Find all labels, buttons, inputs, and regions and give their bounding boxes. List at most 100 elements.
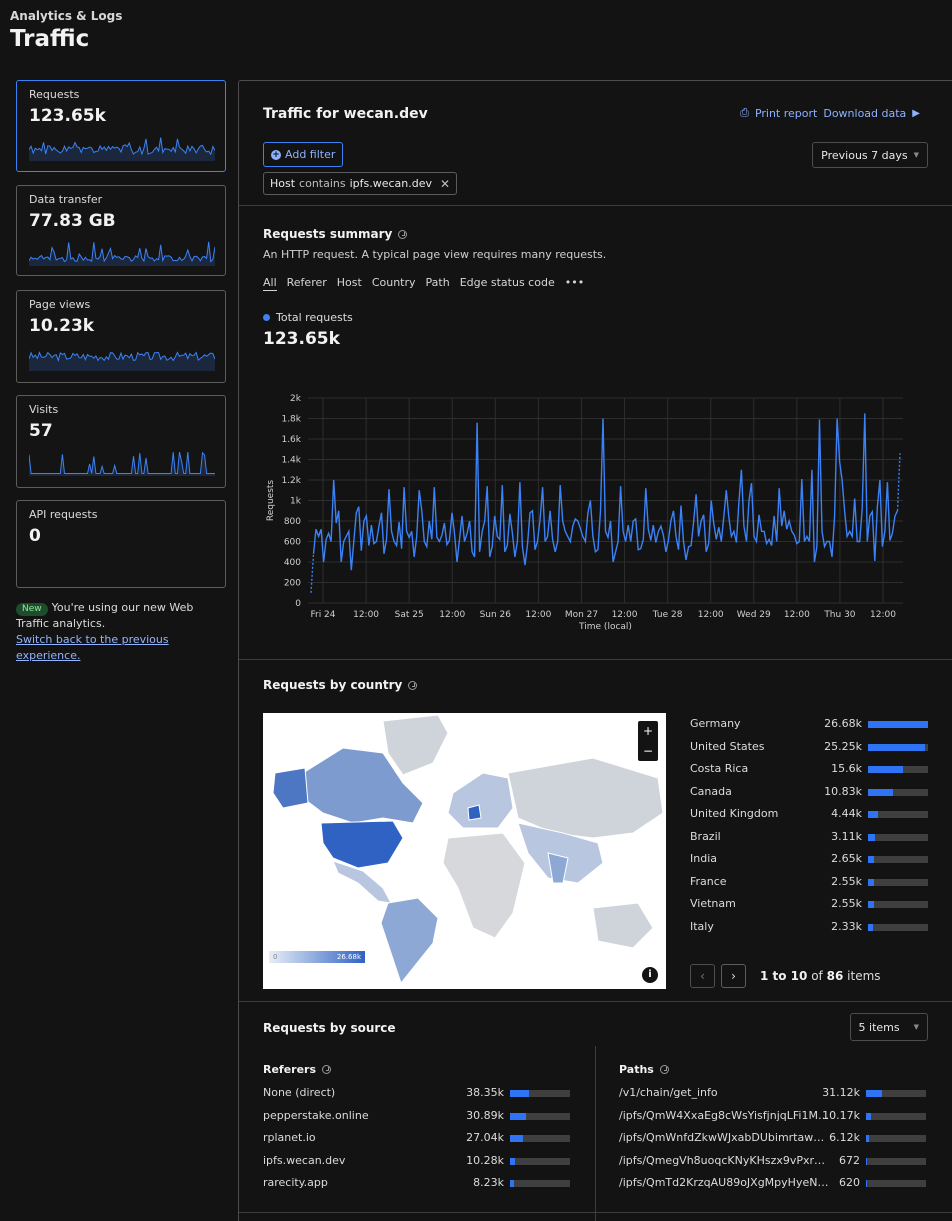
referer-name: rarecity.app xyxy=(263,1176,328,1190)
path-row[interactable]: /ipfs/QmWnfdZkwWJxabDUbimrtaweYF… 6.12k xyxy=(619,1131,926,1154)
y-tick-label: 600 xyxy=(284,538,301,548)
referer-row[interactable]: rarecity.app 8.23k xyxy=(263,1176,570,1199)
path-row[interactable]: /ipfs/QmW4XxaEg8cWsYisfjnjqLFi1Mb… 10.17k xyxy=(619,1109,926,1132)
x-tick-label: Wed 29 xyxy=(737,610,771,620)
y-tick-label: 800 xyxy=(284,517,301,527)
x-tick-label: Sun 26 xyxy=(480,610,512,620)
x-tick-label: Fri 24 xyxy=(310,610,335,620)
country-bar-fill xyxy=(868,743,925,751)
zoom-in-button[interactable]: + xyxy=(638,721,658,741)
country-row[interactable]: Germany 26.68k xyxy=(690,717,928,740)
country-row[interactable]: Brazil 3.11k xyxy=(690,830,928,853)
referer-row[interactable]: ipfs.wecan.dev 10.28k xyxy=(263,1154,570,1177)
series-line xyxy=(312,413,899,571)
country-name: United Kingdom xyxy=(690,807,779,820)
referer-bar xyxy=(510,1090,570,1097)
paths-list: /v1/chain/get_info 31.12k/ipfs/QmW4XxaEg8… xyxy=(619,1086,926,1199)
date-range-select[interactable]: Previous 7 days ▼ xyxy=(812,142,928,168)
metric-card-api-requests[interactable]: API requests 0 xyxy=(16,500,226,588)
metric-value: 77.83 GB xyxy=(29,211,116,231)
referer-bar-fill xyxy=(510,1112,526,1120)
country-row[interactable]: Vietnam 2.55k xyxy=(690,897,928,920)
metric-card-data-transfer[interactable]: Data transfer 77.83 GB xyxy=(16,185,226,276)
country-bar-fill xyxy=(868,811,879,818)
tab-referer[interactable]: Referer xyxy=(287,276,327,291)
legend-dot xyxy=(263,314,270,321)
referer-row[interactable]: rplanet.io 27.04k xyxy=(263,1131,570,1154)
map-color-legend: 0 26.68k xyxy=(269,951,365,963)
close-icon[interactable]: ✕ xyxy=(440,177,450,191)
referer-row[interactable]: None (direct) 38.35k xyxy=(263,1086,570,1109)
previous-page-button[interactable]: ‹ xyxy=(690,964,715,988)
filter-chip[interactable]: Host contains ipfs.wecan.dev ✕ xyxy=(263,172,458,195)
print-report-link[interactable]: Print report xyxy=(755,107,817,120)
country-value: 2.33k xyxy=(831,919,862,933)
page-title: Traffic xyxy=(10,26,90,52)
referer-row[interactable]: pepperstake.online 30.89k xyxy=(263,1109,570,1132)
metric-card-visits[interactable]: Visits 57 xyxy=(16,395,226,488)
tab-edge-status-code[interactable]: Edge status code xyxy=(460,276,555,291)
country-row[interactable]: United Kingdom 4.44k xyxy=(690,807,928,830)
section-title-text: Requests by country xyxy=(263,678,403,692)
path-bar xyxy=(866,1135,926,1143)
country-name: India xyxy=(690,852,717,865)
metric-card-page-views[interactable]: Page views 10.23k xyxy=(16,290,226,383)
tab-country[interactable]: Country xyxy=(372,276,416,291)
country-row[interactable]: Costa Rica 15.6k xyxy=(690,762,928,785)
country-row[interactable]: Canada 10.83k xyxy=(690,785,928,808)
path-bar xyxy=(866,1090,926,1097)
referer-value: 38.35k xyxy=(466,1086,504,1099)
chart-legend: Total requests xyxy=(263,311,353,324)
tab-path[interactable]: Path xyxy=(426,276,450,291)
caret-right-icon[interactable]: ▶ xyxy=(912,108,920,119)
items-count-value: 5 items xyxy=(858,1020,900,1034)
add-filter-label: Add filter xyxy=(285,148,336,161)
pagination-of: of xyxy=(811,969,823,983)
path-row[interactable]: /v1/chain/get_info 31.12k xyxy=(619,1086,926,1109)
country-row[interactable]: United States 25.25k xyxy=(690,740,928,763)
country-bar xyxy=(868,766,928,773)
items-count-select[interactable]: 5 items ▼ xyxy=(849,1013,928,1041)
path-row[interactable]: /ipfs/QmTd2KrzqAU89oJXgMpyHyeN1oh… 620 xyxy=(619,1176,926,1199)
clock-icon xyxy=(322,1065,332,1074)
tab-host[interactable]: Host xyxy=(337,276,362,291)
country-bar-fill xyxy=(868,788,893,796)
add-filter-button[interactable]: + Add filter xyxy=(263,142,344,167)
sparkline xyxy=(29,137,215,161)
switch-back-link[interactable]: Switch back to the previous experience. xyxy=(16,633,169,662)
country-value: 15.6k xyxy=(831,762,862,775)
country-name: Brazil xyxy=(690,829,721,843)
x-tick-label: 12:00 xyxy=(439,610,465,620)
referer-bar-fill xyxy=(510,1090,530,1097)
world-map[interactable]: + − 0 26.68k i xyxy=(263,713,666,989)
zoom-controls: + − xyxy=(638,721,658,761)
more-icon[interactable]: ••• xyxy=(565,276,584,291)
country-bar xyxy=(868,878,928,886)
download-data-link[interactable]: Download data xyxy=(823,107,906,120)
path-row[interactable]: /ipfs/QmegVh8uoqcKNyKHszx9vPxrH77g… 672 xyxy=(619,1154,926,1177)
country-row[interactable]: India 2.65k xyxy=(690,852,928,875)
map-legend-min: 0 xyxy=(273,953,278,961)
y-tick-label: 1.8k xyxy=(281,415,301,425)
zoom-out-button[interactable]: − xyxy=(638,741,658,761)
country-name: Costa Rica xyxy=(690,762,749,775)
country-value: 4.44k xyxy=(831,807,862,820)
metric-card-requests[interactable]: Requests 123.65k xyxy=(16,80,226,172)
tab-all[interactable]: All xyxy=(263,276,277,291)
x-tick-label: Thu 30 xyxy=(823,610,855,620)
country-row[interactable]: Italy 2.33k xyxy=(690,920,928,943)
country-bar xyxy=(868,901,928,908)
country-row[interactable]: France 2.55k xyxy=(690,875,928,898)
country-value: 2.55k xyxy=(831,874,862,888)
country-bar-fill xyxy=(868,923,874,931)
country-bar-fill xyxy=(868,766,903,773)
filter-field: Host xyxy=(270,177,296,190)
requests-line-chart[interactable]: 0 200 400 600 800 1k 1.2k 1.4k 1.6k 1.8k 2k Fri 24 1… xyxy=(263,386,923,646)
referer-name: pepperstake.online xyxy=(263,1108,369,1122)
next-page-button[interactable]: › xyxy=(721,964,746,988)
country-value: 2.65k xyxy=(831,852,862,865)
printer-icon[interactable]: ⎙ xyxy=(740,106,749,120)
series-line-end xyxy=(896,453,901,511)
info-icon[interactable]: i xyxy=(642,967,658,983)
path-bar-fill xyxy=(866,1135,869,1143)
